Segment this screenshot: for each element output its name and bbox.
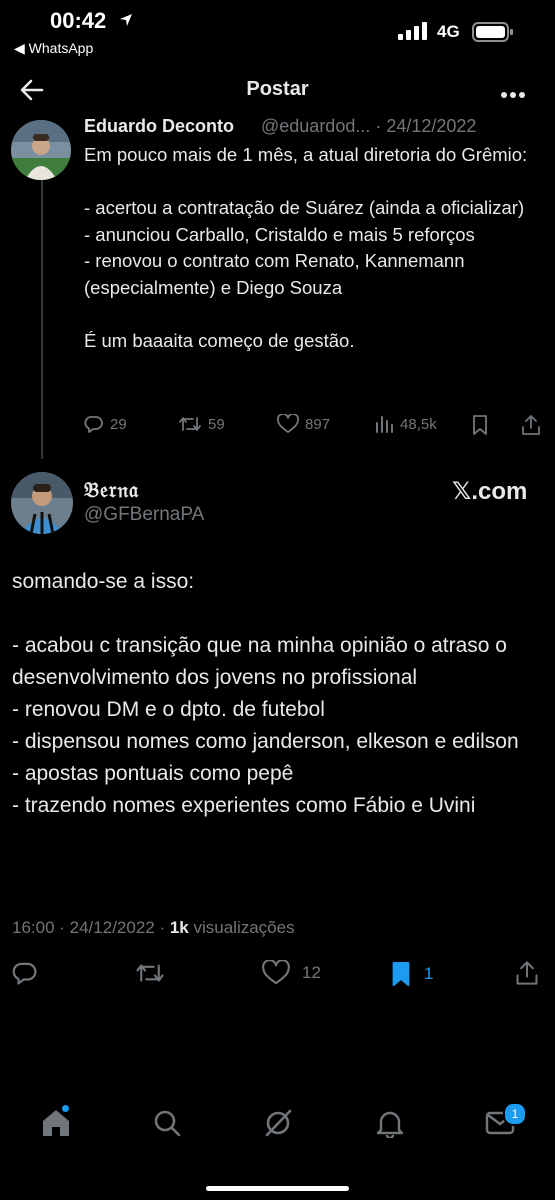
x-logo: 𝕏.com bbox=[452, 478, 528, 505]
avatar[interactable] bbox=[11, 472, 73, 534]
bookmark-button[interactable]: 1 bbox=[390, 960, 433, 988]
battery-icon bbox=[472, 22, 514, 47]
share-button[interactable] bbox=[520, 414, 542, 436]
like-button[interactable]: 12 bbox=[262, 960, 321, 986]
reply-button[interactable] bbox=[12, 960, 38, 986]
views-icon bbox=[376, 416, 393, 433]
retweet-button[interactable]: 59 bbox=[178, 414, 225, 434]
home-notification-dot bbox=[62, 1105, 69, 1112]
retweet-icon bbox=[136, 964, 164, 982]
tweet-timestamp: 16:00 · 24/12/2022 · bbox=[12, 918, 170, 937]
quoted-handle-date: @eduardod... · 24/12/2022 bbox=[261, 116, 477, 136]
bookmark-button[interactable] bbox=[471, 414, 489, 436]
reply-icon bbox=[84, 416, 103, 433]
reply-button[interactable]: 29 bbox=[84, 414, 127, 434]
author-name[interactable]: 𝔅𝔢𝔯𝔫𝔞 bbox=[84, 477, 139, 503]
share-icon bbox=[516, 961, 538, 985]
share-button[interactable] bbox=[514, 960, 540, 986]
network-label: 4G bbox=[437, 22, 460, 41]
tweet-action-bar: 12 1 bbox=[0, 960, 555, 990]
signal-icon bbox=[398, 22, 428, 45]
messages-badge: 1 bbox=[503, 1102, 527, 1126]
author-handle[interactable]: @GFBernaPA bbox=[84, 504, 204, 526]
nav-search[interactable] bbox=[152, 1108, 182, 1143]
nav-notifications[interactable] bbox=[375, 1108, 405, 1143]
bookmark-count: 1 bbox=[424, 964, 434, 983]
grok-icon bbox=[265, 1109, 292, 1137]
bookmark-icon bbox=[473, 415, 487, 435]
search-icon bbox=[154, 1110, 181, 1137]
nav-home[interactable] bbox=[40, 1105, 72, 1143]
page-title: Postar bbox=[246, 78, 309, 100]
tweet-text: somando-se a isso: - acabou c transição … bbox=[12, 570, 519, 817]
home-icon bbox=[43, 1110, 69, 1136]
nav-grok[interactable] bbox=[263, 1108, 293, 1143]
views-count: 48,5k bbox=[400, 415, 437, 433]
reply-icon bbox=[12, 962, 37, 985]
views-label[interactable]: visualizações bbox=[189, 918, 294, 937]
avatar[interactable] bbox=[11, 120, 71, 180]
location-arrow-icon bbox=[118, 12, 134, 33]
reply-count: 29 bbox=[110, 415, 127, 433]
like-button[interactable]: 897 bbox=[277, 414, 330, 434]
retweet-button[interactable] bbox=[135, 960, 165, 986]
retweet-icon bbox=[179, 417, 201, 431]
like-count: 897 bbox=[305, 415, 331, 433]
quoted-action-bar: 29 59 897 48,5k bbox=[84, 414, 544, 442]
more-icon bbox=[501, 92, 525, 98]
more-button[interactable] bbox=[500, 86, 526, 104]
nav-messages[interactable]: 1 bbox=[485, 1102, 527, 1141]
like-icon bbox=[277, 414, 299, 433]
back-to-whatsapp-link[interactable]: ◀ WhatsApp bbox=[14, 40, 93, 57]
quoted-tweet-text: Em pouco mais de 1 mês, a atual diretori… bbox=[84, 144, 528, 351]
home-indicator bbox=[206, 1186, 349, 1191]
like-icon bbox=[262, 960, 290, 985]
quoted-author-name[interactable]: Eduardo Deconto bbox=[84, 116, 234, 137]
thread-line bbox=[41, 176, 43, 459]
retweet-count: 59 bbox=[208, 415, 225, 433]
notifications-icon bbox=[376, 1111, 404, 1140]
like-count: 12 bbox=[302, 963, 321, 982]
views-button[interactable]: 48,5k bbox=[374, 414, 437, 434]
tweet-meta: 16:00 · 24/12/2022 · 1k visualizações bbox=[12, 918, 295, 938]
views-count: 1k bbox=[169, 918, 189, 937]
bookmark-icon bbox=[392, 961, 410, 987]
bottom-nav: 1 bbox=[0, 1100, 555, 1150]
status-time: 00:42 bbox=[50, 8, 107, 33]
share-icon bbox=[522, 415, 540, 435]
